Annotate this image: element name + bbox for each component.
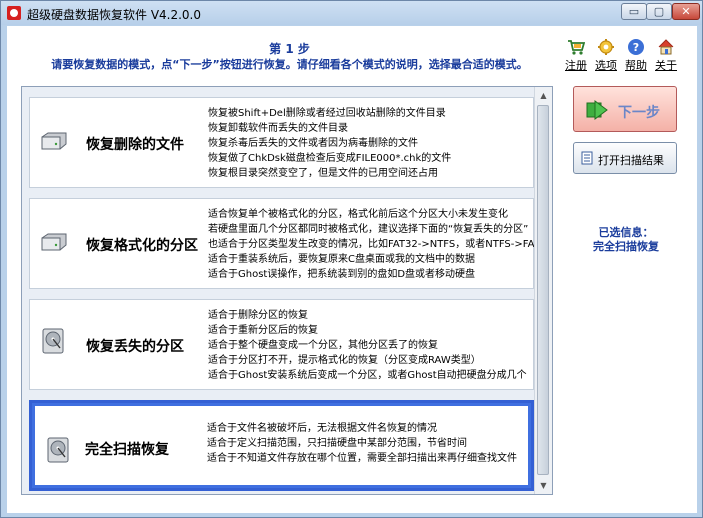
about-label: 关于 bbox=[655, 59, 677, 72]
description-line: 适合于Ghost误操作，把系统装到别的盘如D盘或者移动硬盘 bbox=[208, 269, 476, 280]
open-scan-results-label: 打开扫描结果 bbox=[598, 154, 664, 167]
description-line: 也适合于分区类型发生改变的情况，比如FAT32->NTFS，或者NTFS->FA bbox=[208, 239, 534, 250]
scroll-thumb[interactable] bbox=[537, 105, 549, 475]
register-tool[interactable]: 注册 bbox=[562, 38, 590, 73]
help-label: 帮助 bbox=[625, 59, 647, 72]
window-title: 超级硬盘数据恢复软件 V4.2.0.0 bbox=[27, 8, 202, 22]
gear-icon bbox=[598, 39, 614, 55]
description-line: 适合于整个硬盘变成一个分区，其他分区丢了的恢复 bbox=[208, 340, 438, 351]
selected-info-value: 完全扫描恢复 bbox=[593, 240, 659, 253]
description-line: 适合于定义扫描范围，只扫描硬盘中某部分范围，节省时间 bbox=[207, 438, 467, 449]
maximize-button[interactable]: ▢ bbox=[646, 3, 672, 20]
app-window: 超级硬盘数据恢复软件 V4.2.0.0 ▭ ▢ ✕ 第 1 步 请要恢复数据的模… bbox=[0, 0, 703, 518]
step-heading: 第 1 步 bbox=[269, 42, 310, 56]
disk-platter-icon bbox=[42, 328, 64, 354]
description-line: 恢复被Shift+Del删除或者经过回收站删除的文件目录 bbox=[208, 108, 446, 119]
description-line: 适合于文件名被破坏后，无法根据文件名恢复的情况 bbox=[207, 423, 437, 434]
description-line: 恢复杀毒后丢失的文件或者因为病毒删除的文件 bbox=[208, 138, 418, 149]
scroll-down-button[interactable]: ▼ bbox=[535, 477, 552, 494]
option-description: 恢复被Shift+Del删除或者经过回收站删除的文件目录 恢复卸载软件而丢失的文… bbox=[208, 106, 534, 181]
option-description: 适合恢复单个被格式化的分区，格式化前后这个分区大小未发生变化 若硬盘里面几个分区… bbox=[208, 207, 534, 282]
open-scan-results-button[interactable]: 打开扫描结果 bbox=[573, 142, 677, 174]
option-inner: 完全扫描恢复 适合于文件名被破坏后，无法根据文件名恢复的情况 适合于定义扫描范围… bbox=[35, 406, 528, 485]
option-description: 适合于删除分区的恢复 适合于重新分区后的恢复 适合于整个硬盘变成一个分区，其他分… bbox=[208, 308, 534, 383]
description-line: 适合于重新分区后的恢复 bbox=[208, 325, 318, 336]
svg-text:?: ? bbox=[633, 41, 639, 54]
description-line: 恢复根目录突然变空了，但是文件的已用空间还占用 bbox=[208, 168, 438, 179]
options-label: 选项 bbox=[595, 59, 617, 72]
description-line: 适合于重装系统后，要恢复原来C盘桌面或我的文档中的数据 bbox=[208, 254, 475, 265]
next-step-button[interactable]: 下一步 bbox=[573, 86, 677, 132]
description-line: 若硬盘里面几个分区都同时被格式化，建议选择下面的“恢复丢失的分区” bbox=[208, 224, 529, 235]
option-title: 恢复删除的文件 bbox=[86, 137, 184, 153]
option-title: 恢复丢失的分区 bbox=[86, 339, 184, 355]
option-title: 完全扫描恢复 bbox=[85, 442, 169, 458]
scroll-up-button[interactable]: ▲ bbox=[535, 87, 552, 104]
option-recover-formatted[interactable]: 恢复格式化的分区 适合恢复单个被格式化的分区，格式化前后这个分区大小未发生变化 … bbox=[29, 198, 534, 289]
arrow-right-icon bbox=[586, 100, 608, 120]
list-scrollbar[interactable]: ▲ ▼ bbox=[534, 87, 552, 494]
description-line: 恢复卸载软件而丢失的文件目录 bbox=[208, 123, 348, 134]
register-label: 注册 bbox=[565, 59, 587, 72]
description-line: 适合于Ghost安装系统后变成一个分区，或者Ghost自动把硬盘分成几个 bbox=[208, 370, 527, 381]
document-icon bbox=[581, 151, 593, 165]
close-button[interactable]: ✕ bbox=[672, 3, 700, 20]
hard-disk-icon bbox=[41, 132, 67, 150]
description-line: 适合于分区打不开，提示格式化的恢复（分区变成RAW类型） bbox=[208, 355, 481, 366]
app-logo-icon bbox=[7, 6, 21, 20]
option-description: 适合于文件名被破坏后，无法根据文件名恢复的情况 适合于定义扫描范围，只扫描硬盘中… bbox=[207, 421, 533, 466]
description-line: 适合于不知道文件存放在哪个位置，需要全部扫描出来再仔细查找文件 bbox=[207, 453, 517, 464]
cart-icon bbox=[568, 40, 585, 55]
option-full-scan[interactable]: 完全扫描恢复 适合于文件名被破坏后，无法根据文件名恢复的情况 适合于定义扫描范围… bbox=[29, 400, 534, 491]
option-recover-lost-partition[interactable]: 恢复丢失的分区 适合于删除分区的恢复 适合于重新分区后的恢复 适合于整个硬盘变成… bbox=[29, 299, 534, 390]
option-title: 恢复格式化的分区 bbox=[86, 238, 198, 254]
option-recover-deleted[interactable]: 恢复删除的文件 恢复被Shift+Del删除或者经过回收站删除的文件目录 恢复卸… bbox=[29, 97, 534, 188]
next-step-label: 下一步 bbox=[618, 105, 660, 121]
minimize-button[interactable]: ▭ bbox=[621, 3, 647, 20]
about-tool[interactable]: 关于 bbox=[652, 38, 680, 73]
help-icon: ? bbox=[628, 39, 644, 55]
main-panel: 第 1 步 请要恢复数据的模式，点“下一步”按钮进行恢复。请仔细看各个模式的说明… bbox=[7, 26, 697, 513]
description-line: 恢复做了ChkDsk磁盘检查后变成FILE000*.chk的文件 bbox=[208, 153, 452, 164]
disk-platter-icon bbox=[47, 437, 69, 463]
help-tool[interactable]: ? 帮助 bbox=[622, 38, 650, 73]
hard-disk-icon bbox=[41, 233, 67, 251]
title-bar[interactable]: 超级硬盘数据恢复软件 V4.2.0.0 ▭ ▢ ✕ bbox=[1, 1, 702, 25]
mode-list[interactable]: 恢复删除的文件 恢复被Shift+Del删除或者经过回收站删除的文件目录 恢复卸… bbox=[21, 86, 553, 495]
home-icon bbox=[658, 39, 674, 55]
description-line: 适合于删除分区的恢复 bbox=[208, 310, 308, 321]
description-line: 适合恢复单个被格式化的分区，格式化前后这个分区大小未发生变化 bbox=[208, 209, 508, 220]
options-tool[interactable]: 选项 bbox=[592, 38, 620, 73]
instruction-text: 请要恢复数据的模式，点“下一步”按钮进行恢复。请仔细看各个模式的说明，选择最合适… bbox=[51, 58, 528, 71]
